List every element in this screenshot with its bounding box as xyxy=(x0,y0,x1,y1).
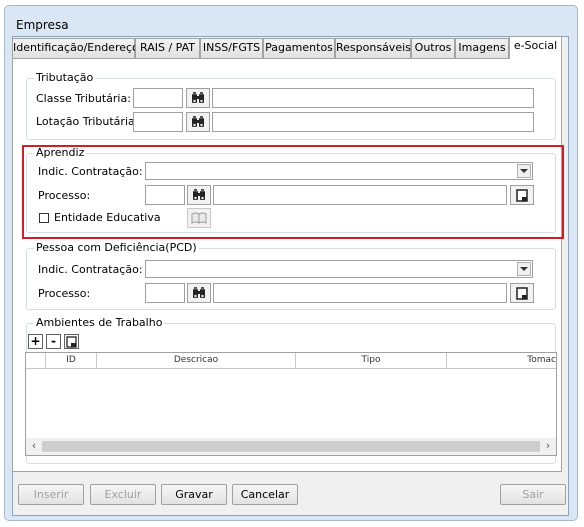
lotacao-tributaria-desc-input[interactable] xyxy=(212,112,534,132)
lotacao-tributaria-code-input[interactable] xyxy=(133,112,183,132)
binoculars-icon xyxy=(192,116,204,127)
pcd-processo-code-input[interactable] xyxy=(145,283,185,303)
ambientes-legend: Ambientes de Trabalho xyxy=(34,316,165,329)
scroll-right-icon[interactable]: › xyxy=(540,438,556,455)
ambientes-grid[interactable]: ID Descricao Tipo Tomac ‹ › xyxy=(25,352,557,456)
chevron-down-icon[interactable] xyxy=(517,262,531,276)
excluir-button[interactable]: Excluir xyxy=(90,484,156,505)
sair-button[interactable]: Sair xyxy=(500,484,566,505)
binoculars-icon xyxy=(192,92,204,103)
document-icon xyxy=(66,336,77,348)
grid-header-descricao[interactable]: Descricao xyxy=(97,353,296,369)
tab-responsaveis[interactable]: Responsáveis xyxy=(335,38,411,58)
pcd-processo-desc-input[interactable] xyxy=(213,283,507,303)
tab-outros[interactable]: Outros xyxy=(411,38,455,58)
aprendiz-highlight-box xyxy=(22,145,564,239)
window-title: Empresa xyxy=(16,18,69,32)
grid-indicator-header xyxy=(26,353,46,369)
pcd-processo-label: Processo: xyxy=(38,287,91,300)
lotacao-tributaria-search-button[interactable] xyxy=(186,112,210,132)
title-bar: Empresa xyxy=(5,6,577,32)
grid-header-tomac[interactable]: Tomac xyxy=(447,353,556,369)
tributacao-legend: Tributação xyxy=(34,71,96,84)
add-ambiente-button[interactable]: + xyxy=(28,334,43,349)
tab-inss-fgts[interactable]: INSS/FGTS xyxy=(200,38,263,58)
tab-e-social[interactable]: e-Social xyxy=(509,36,562,59)
pcd-legend: Pessoa com Deficiência(PCD) xyxy=(34,241,199,254)
classe-tributaria-code-input[interactable] xyxy=(133,88,183,108)
remove-ambiente-button[interactable]: - xyxy=(46,334,61,349)
document-icon xyxy=(516,286,528,300)
pcd-indic-contratacao-label: Indic. Contratação: xyxy=(38,263,143,276)
gravar-button[interactable]: Gravar xyxy=(161,484,227,505)
tab-rais-pat[interactable]: RAIS / PAT xyxy=(135,38,200,58)
scroll-thumb[interactable] xyxy=(42,441,540,452)
inserir-button[interactable]: Inserir xyxy=(18,484,84,505)
cancelar-button[interactable]: Cancelar xyxy=(232,484,298,505)
pcd-processo-document-button[interactable] xyxy=(510,283,534,303)
tab-identificacao[interactable]: Identificação/Endereço xyxy=(12,38,139,58)
ambiente-document-button[interactable] xyxy=(64,334,79,349)
grid-header-tipo[interactable]: Tipo xyxy=(296,353,447,369)
binoculars-icon xyxy=(193,287,205,298)
classe-tributaria-label: Classe Tributária: xyxy=(36,92,131,105)
lotacao-tributaria-label: Lotação Tributária xyxy=(36,115,135,128)
tab-pagamentos[interactable]: Pagamentos xyxy=(263,38,335,58)
classe-tributaria-search-button[interactable] xyxy=(186,88,210,108)
pcd-indic-contratacao-select[interactable] xyxy=(145,260,533,278)
scroll-left-icon[interactable]: ‹ xyxy=(26,438,42,455)
grid-horizontal-scrollbar[interactable]: ‹ › xyxy=(26,438,556,455)
tab-imagens[interactable]: Imagens xyxy=(455,38,509,58)
grid-header-id[interactable]: ID xyxy=(46,353,97,369)
pcd-processo-search-button[interactable] xyxy=(187,283,211,303)
classe-tributaria-desc-input[interactable] xyxy=(212,88,534,108)
